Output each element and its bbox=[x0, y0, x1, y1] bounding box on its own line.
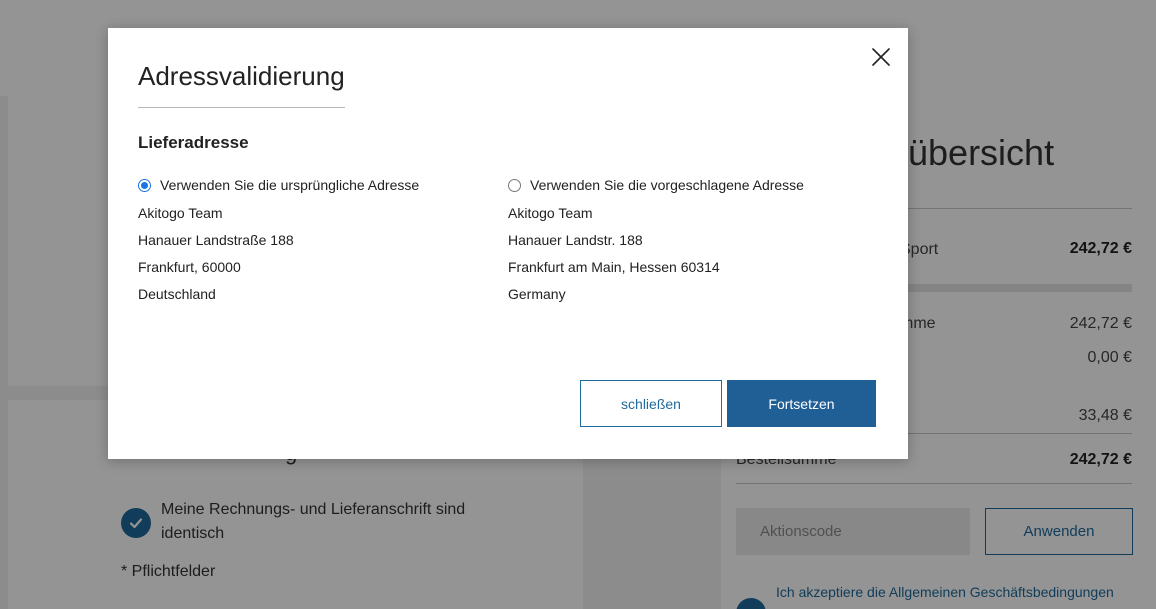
dialog-title: Adressvalidierung bbox=[138, 61, 345, 91]
address-line: Akitogo Team bbox=[508, 205, 593, 221]
continue-button[interactable]: Fortsetzen bbox=[727, 380, 876, 427]
suggested-address-option: Verwenden Sie die vorgeschlagene Adresse… bbox=[508, 176, 868, 308]
suggested-address-radio[interactable] bbox=[508, 178, 521, 192]
suggested-address-label[interactable]: Verwenden Sie die vorgeschlagene Adresse bbox=[530, 177, 804, 193]
original-address-radio-row[interactable]: Verwenden Sie die ursprüngliche Adresse bbox=[138, 176, 498, 194]
address-validation-dialog: Adressvalidierung Lieferadresse Verwende… bbox=[108, 28, 908, 459]
title-underline bbox=[138, 107, 345, 108]
suggested-address-radio-row[interactable]: Verwenden Sie die vorgeschlagene Adresse bbox=[508, 176, 868, 194]
address-line: Hanauer Landstraße 188 bbox=[138, 232, 294, 248]
original-address-label[interactable]: Verwenden Sie die ursprüngliche Adresse bbox=[160, 177, 419, 193]
address-line: Hanauer Landstr. 188 bbox=[508, 232, 643, 248]
shipping-address-heading: Lieferadresse bbox=[138, 133, 249, 152]
close-button[interactable]: schließen bbox=[580, 380, 722, 427]
address-line: Germany bbox=[508, 286, 566, 302]
address-line: Frankfurt, 60000 bbox=[138, 259, 241, 275]
address-line: Deutschland bbox=[138, 286, 216, 302]
address-line: Frankfurt am Main, Hessen 60314 bbox=[508, 259, 720, 275]
address-line: Akitogo Team bbox=[138, 205, 223, 221]
suggested-address-lines: Akitogo Team Hanauer Landstr. 188 Frankf… bbox=[508, 200, 868, 308]
original-address-lines: Akitogo Team Hanauer Landstraße 188 Fran… bbox=[138, 200, 498, 308]
original-address-radio[interactable] bbox=[138, 178, 151, 192]
original-address-option: Verwenden Sie die ursprüngliche Adresse … bbox=[138, 176, 498, 308]
close-dialog-button[interactable] bbox=[868, 44, 894, 70]
close-icon bbox=[868, 48, 894, 73]
